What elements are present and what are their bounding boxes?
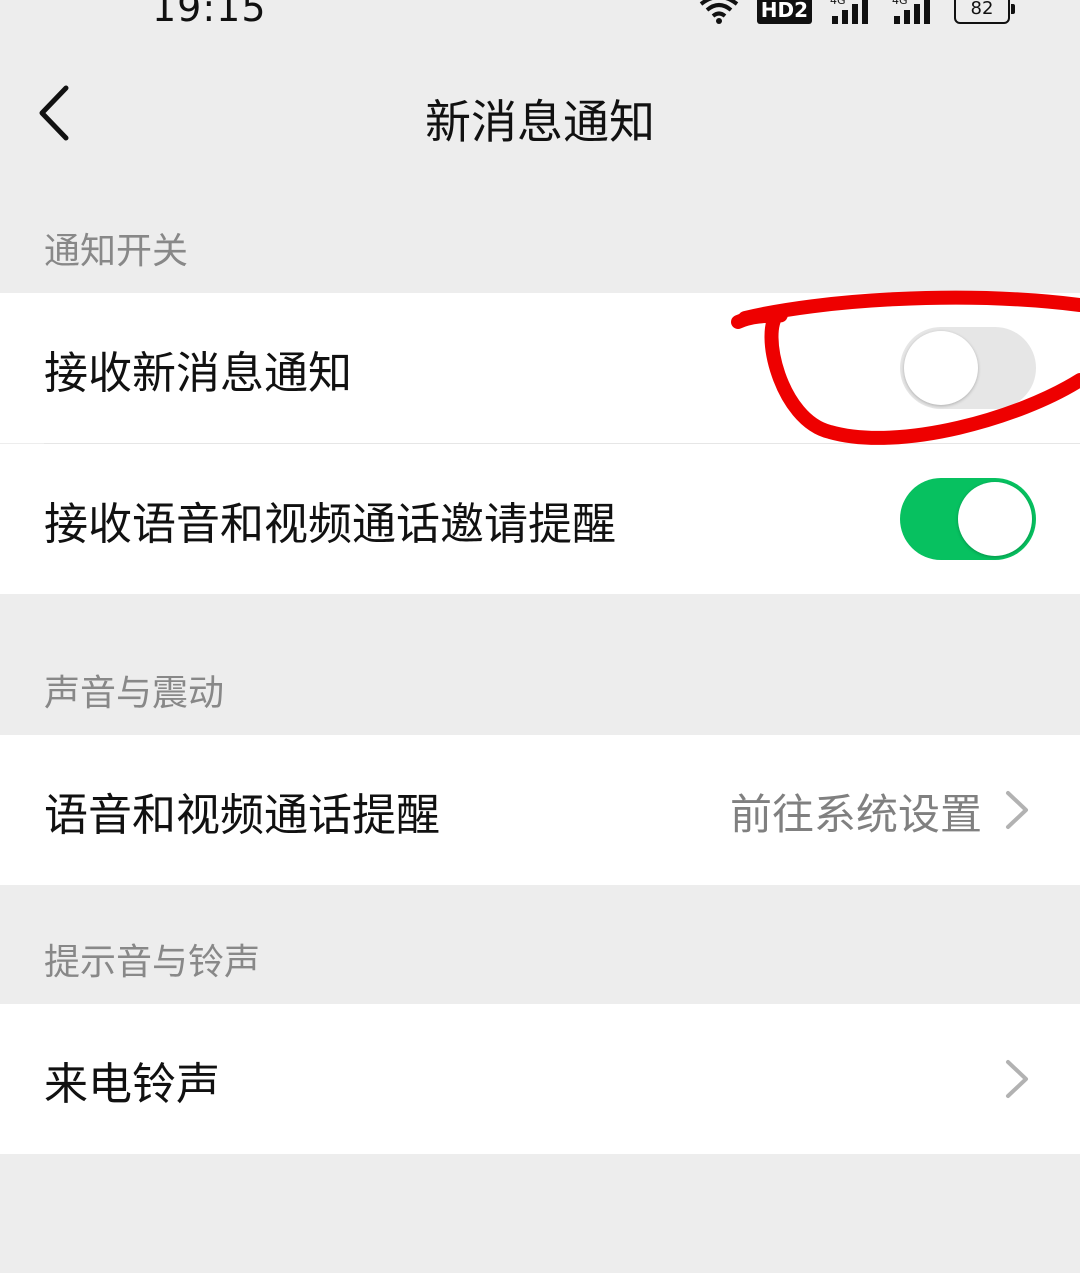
- nav-bar: 新消息通知: [0, 60, 1080, 170]
- section-header-ringtones: 提示音与铃声: [44, 942, 261, 983]
- status-time: 19:15: [152, 0, 267, 30]
- receive-new-message-toggle[interactable]: [900, 327, 1036, 409]
- page-title: 新消息通知: [425, 95, 655, 149]
- receive-call-invite-toggle[interactable]: [900, 478, 1036, 560]
- chevron-right-icon: [1006, 1060, 1028, 1098]
- hd-badge: HD2: [756, 0, 812, 24]
- signal-icon: 4G: [830, 0, 874, 24]
- section-header-sound-vibration: 声音与震动: [44, 673, 225, 714]
- row-label: 语音和视频通话提醒: [44, 790, 440, 841]
- settings-page: 19:15 HD2 4G 4G 82 新消息通知 通知开关 接收新消息通知 接收…: [0, 0, 1080, 1273]
- row-label: 接收语音和视频通话邀请提醒: [44, 499, 616, 550]
- toggle-knob: [904, 331, 978, 405]
- signal-label: 4G: [830, 0, 846, 7]
- status-bar: 19:15 HD2 4G 4G 82: [0, 0, 1080, 40]
- chevron-right-icon: [1006, 791, 1028, 829]
- row-incoming-ringtone[interactable]: 来电铃声: [0, 1004, 1080, 1154]
- section-header-notification-switch: 通知开关: [44, 231, 189, 272]
- row-call-reminder[interactable]: 语音和视频通话提醒 前往系统设置: [0, 735, 1080, 885]
- battery-icon: 82: [954, 0, 1015, 24]
- row-receive-call-invite[interactable]: 接收语音和视频通话邀请提醒: [0, 444, 1080, 594]
- row-receive-new-message[interactable]: 接收新消息通知: [0, 293, 1080, 443]
- signal-icon: 4G: [892, 0, 936, 24]
- row-value: 前往系统设置: [729, 790, 982, 839]
- status-icons: HD2 4G 4G 82: [699, 0, 1015, 24]
- row-label: 接收新消息通知: [44, 348, 352, 399]
- row-label: 来电铃声: [44, 1059, 220, 1110]
- signal-label: 4G: [892, 0, 908, 7]
- wifi-icon: [699, 0, 739, 24]
- toggle-knob: [958, 482, 1032, 556]
